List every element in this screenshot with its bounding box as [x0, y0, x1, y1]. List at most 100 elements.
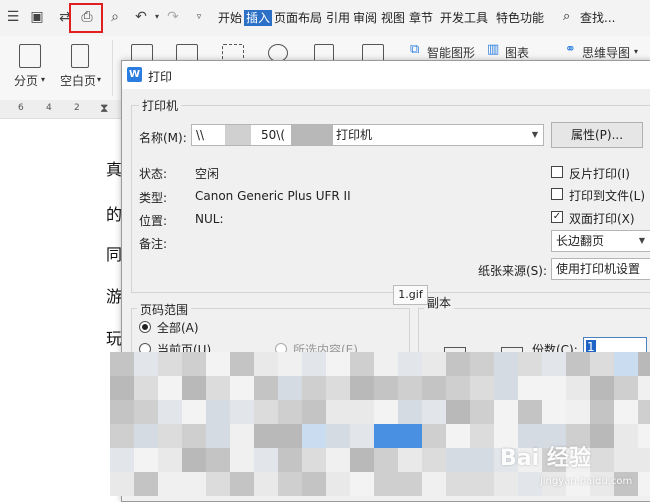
- tab-review[interactable]: 审阅: [353, 10, 377, 26]
- mosaic-tile: [206, 472, 230, 496]
- mosaic-tile: [422, 448, 446, 472]
- ruler-tick: 6: [18, 103, 24, 113]
- tab-page-layout[interactable]: 页面布局: [274, 10, 322, 26]
- mosaic-tile: [614, 424, 638, 448]
- duplex-mode-value: 长边翻页: [556, 234, 605, 248]
- mosaic-tile: [302, 448, 326, 472]
- mosaic-tile: [614, 400, 638, 424]
- duplex-print-label[interactable]: 双面打印(X): [569, 210, 635, 227]
- mosaic-tile: [134, 472, 158, 496]
- mosaic-tile: [638, 448, 650, 472]
- properties-button[interactable]: 属性(P)...: [551, 122, 643, 148]
- mosaic-tile: [470, 352, 494, 376]
- paper-source-select[interactable]: 使用打印机设置: [551, 258, 650, 280]
- blank-page-icon[interactable]: [71, 44, 89, 68]
- mosaic-tile: [182, 472, 206, 496]
- duplex-print-checkbox[interactable]: ✓: [551, 211, 563, 223]
- mindmap-dropdown-icon[interactable]: ▾: [634, 47, 638, 56]
- ruler-tick: 4: [46, 103, 52, 113]
- tab-insert[interactable]: 插入: [244, 10, 273, 26]
- mosaic-tile: [254, 472, 278, 496]
- search-icon[interactable]: ⌕: [563, 9, 570, 24]
- redo-icon[interactable]: ↷: [164, 8, 182, 26]
- mosaic-tile: [374, 472, 398, 496]
- mosaic-tile: [422, 400, 446, 424]
- tab-view[interactable]: 视图: [381, 10, 405, 26]
- mosaic-tile: [182, 352, 206, 376]
- tab-features[interactable]: 特色功能: [496, 10, 544, 26]
- mosaic-tile: [374, 376, 398, 400]
- horizontal-ruler: 6 4 2 ⧗: [0, 100, 122, 119]
- mosaic-tile: [590, 400, 614, 424]
- range-all-radio[interactable]: [139, 321, 151, 333]
- wps-logo-icon: W: [127, 67, 142, 82]
- mosaic-tile: [638, 472, 650, 496]
- print-to-file-checkbox[interactable]: [551, 188, 563, 200]
- mosaic-tile: [158, 424, 182, 448]
- dialog-title-bar[interactable]: W 打印: [122, 61, 650, 89]
- reverse-print-label[interactable]: 反片打印(I): [569, 165, 630, 182]
- mosaic-tile: [614, 448, 638, 472]
- mosaic-tile: [110, 400, 134, 424]
- duplex-mode-select[interactable]: 长边翻页 ▼: [551, 230, 650, 252]
- smart-shape-button[interactable]: 智能图形: [427, 44, 475, 61]
- mindmap-icon[interactable]: ⚭: [565, 42, 576, 57]
- print-preview-icon[interactable]: ⌕: [106, 8, 124, 26]
- document-text: 同: [106, 245, 123, 264]
- search-box[interactable]: 查找...: [580, 10, 615, 26]
- blank-page-button[interactable]: 空白页: [60, 72, 96, 89]
- print-to-file-label[interactable]: 打印到文件(L): [569, 187, 645, 204]
- page-break-dropdown-icon[interactable]: ▾: [41, 75, 45, 84]
- mosaic-tile: [470, 424, 494, 448]
- chart-button[interactable]: 图表: [505, 44, 529, 61]
- mosaic-tile: [302, 352, 326, 376]
- mosaic-tile: [230, 424, 254, 448]
- mosaic-tile: [182, 448, 206, 472]
- mosaic-tile: [254, 376, 278, 400]
- mosaic-tile: [350, 424, 374, 448]
- chevron-down-icon: ▼: [531, 130, 538, 139]
- mosaic-tile: [326, 424, 350, 448]
- blank-page-dropdown-icon[interactable]: ▾: [97, 75, 101, 84]
- mosaic-tile: [566, 352, 590, 376]
- mosaic-tile: [470, 472, 494, 496]
- range-all-label[interactable]: 全部(A): [157, 319, 199, 336]
- location-value: NUL:: [195, 212, 224, 226]
- mosaic-tile: [446, 376, 470, 400]
- reverse-print-checkbox[interactable]: [551, 166, 563, 178]
- mosaic-tile: [206, 376, 230, 400]
- mosaic-tile: [518, 376, 542, 400]
- tab-sections[interactable]: 章节: [409, 10, 433, 26]
- chart-icon[interactable]: ▥: [487, 42, 499, 57]
- customize-dropdown-icon[interactable]: ▿: [190, 8, 208, 26]
- mosaic-tile: [566, 376, 590, 400]
- mosaic-tile: [446, 352, 470, 376]
- mosaic-tile: [206, 448, 230, 472]
- print-icon[interactable]: ⎙: [78, 8, 96, 26]
- mosaic-tile: [470, 400, 494, 424]
- mosaic-tile: [302, 376, 326, 400]
- mosaic-tile: [326, 472, 350, 496]
- printer-name-select[interactable]: \\ 50\( 打印机 ▼: [191, 124, 544, 146]
- menu-icon[interactable]: ☰: [4, 8, 22, 26]
- baidu-watermark-url: jingyan.baidu.com: [540, 476, 633, 487]
- mosaic-tile: [158, 400, 182, 424]
- indent-marker-icon[interactable]: ⧗: [100, 101, 108, 116]
- tab-references[interactable]: 引用: [326, 10, 350, 26]
- mosaic-tile: [206, 424, 230, 448]
- tab-home[interactable]: 开始: [218, 10, 242, 26]
- page-break-icon[interactable]: [19, 44, 41, 68]
- printer-group-title: 打印机: [139, 97, 182, 114]
- mosaic-tile: [230, 472, 254, 496]
- mosaic-tile: [278, 400, 302, 424]
- save-icon[interactable]: ▣: [28, 8, 46, 26]
- mosaic-tile: [254, 352, 278, 376]
- smart-shape-icon[interactable]: ⧉: [410, 42, 419, 57]
- mosaic-tile: [182, 400, 206, 424]
- mindmap-button[interactable]: 思维导图: [582, 44, 630, 61]
- mosaic-tile: [446, 448, 470, 472]
- mosaic-tile: [278, 448, 302, 472]
- tab-developer[interactable]: 开发工具: [440, 10, 488, 26]
- mosaic-tile: [374, 400, 398, 424]
- page-break-button[interactable]: 分页: [14, 72, 38, 89]
